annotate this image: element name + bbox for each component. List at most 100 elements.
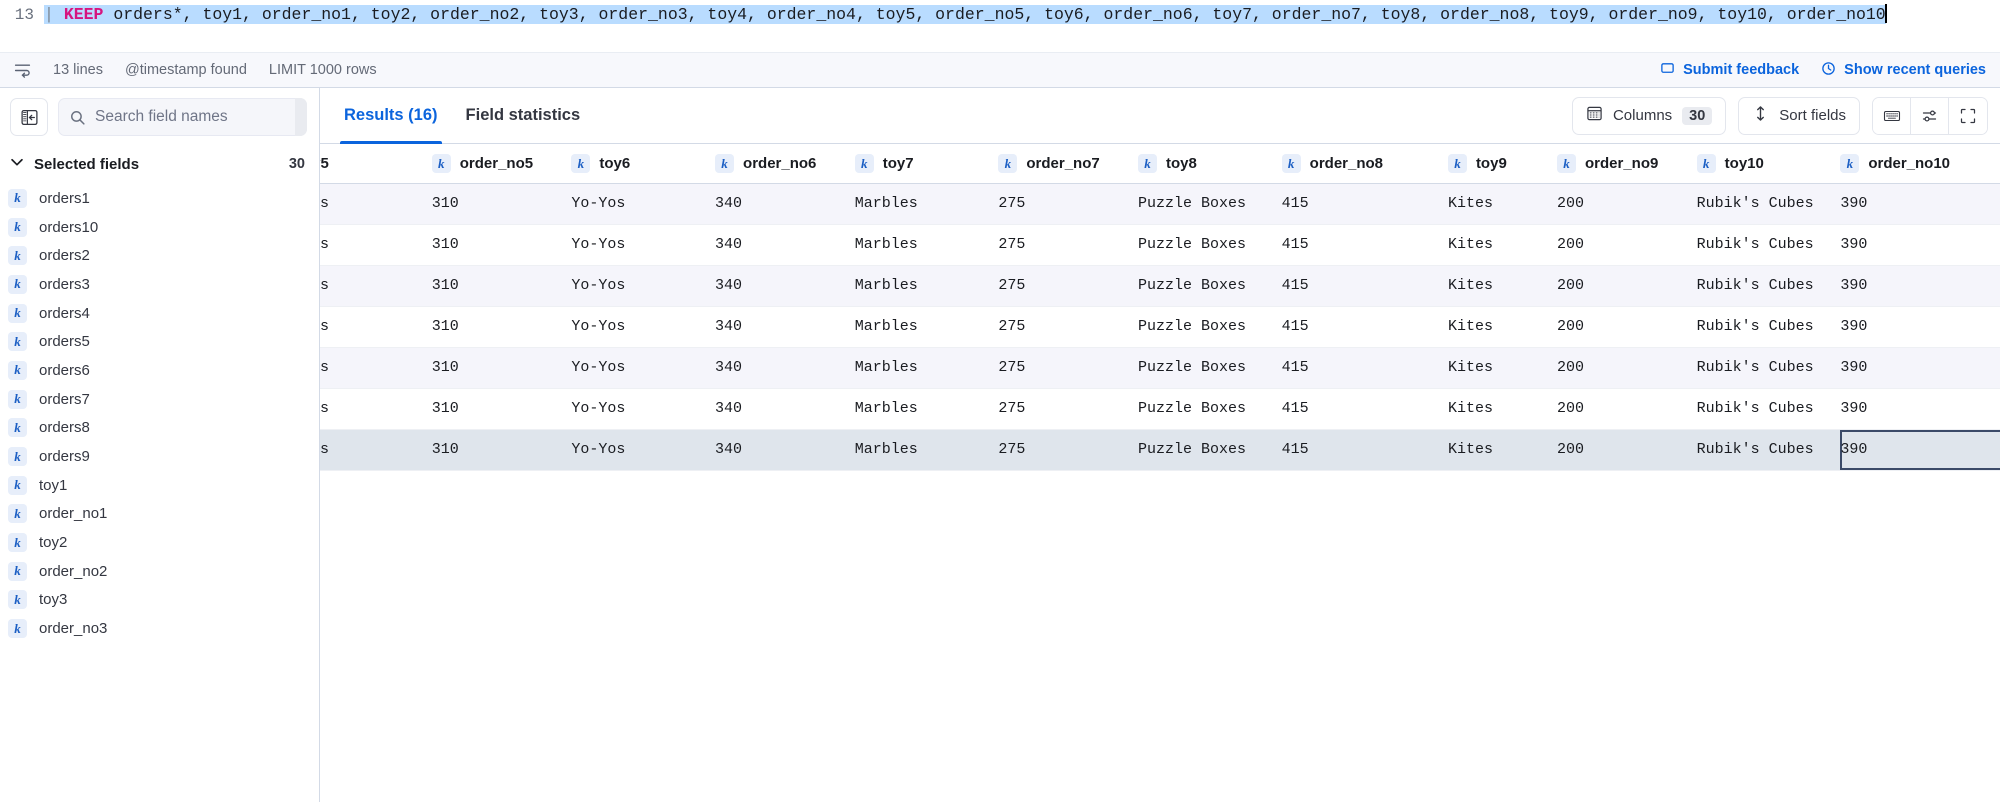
table-cell[interactable]: 390 <box>1840 347 2000 389</box>
table-cell[interactable]: Puzzle Boxes <box>1138 388 1282 430</box>
field-list-item[interactable]: k toy2 <box>0 528 319 557</box>
field-list-item[interactable]: k orders8 <box>0 414 319 443</box>
table-cell[interactable]: Yo-Yos <box>571 224 716 266</box>
table-cell[interactable]: Puzzle Boxes <box>1138 306 1282 348</box>
column-header[interactable]: k toy6 <box>571 144 716 184</box>
submit-feedback-link[interactable]: Submit feedback <box>1660 61 1799 80</box>
table-cell[interactable]: Yo-Yos <box>571 429 716 471</box>
collapse-sidebar-button[interactable] <box>10 98 48 136</box>
table-cell[interactable]: 310 <box>431 388 572 430</box>
table-row[interactable]: s 310 Yo-Yos 340 Marbles 275 Puzzle Boxes 415 Ki… <box>320 429 2000 471</box>
table-cell[interactable]: Marbles <box>854 224 999 266</box>
table-cell[interactable]: s <box>320 429 432 471</box>
table-cell[interactable]: 200 <box>1557 429 1697 471</box>
table-cell[interactable]: 415 <box>1281 183 1448 225</box>
table-cell[interactable]: Kites <box>1447 265 1557 307</box>
table-cell[interactable]: 340 <box>715 265 855 307</box>
field-list-item[interactable]: k orders10 <box>0 213 319 242</box>
table-cell[interactable]: 275 <box>998 306 1139 348</box>
table-cell[interactable]: Puzzle Boxes <box>1138 224 1282 266</box>
field-list-item[interactable]: k order_no2 <box>0 557 319 586</box>
table-cell[interactable]: 275 <box>998 429 1139 471</box>
table-cell[interactable]: Kites <box>1447 224 1557 266</box>
table-cell[interactable]: 340 <box>715 429 855 471</box>
table-cell[interactable]: Kites <box>1447 429 1557 471</box>
table-cell[interactable]: Rubik's Cubes <box>1696 224 1841 266</box>
field-filter-button[interactable]: 0 <box>295 98 307 136</box>
table-row[interactable]: s 310 Yo-Yos 340 Marbles 275 Puzzle Boxes 415 Ki… <box>320 265 2000 307</box>
field-list-item[interactable]: k order_no3 <box>0 614 319 643</box>
table-cell[interactable]: Kites <box>1447 347 1557 389</box>
table-cell[interactable]: 200 <box>1557 388 1697 430</box>
table-cell[interactable]: Rubik's Cubes <box>1696 429 1841 471</box>
results-table-container[interactable]: toy5korder_no5ktoy6korder_no6ktoy7korder… <box>320 144 2000 802</box>
table-cell[interactable]: 415 <box>1281 306 1448 348</box>
field-list-item[interactable]: k orders6 <box>0 356 319 385</box>
column-header[interactable]: toy5 <box>320 144 432 184</box>
table-cell[interactable]: 340 <box>715 388 855 430</box>
table-cell[interactable]: 390 <box>1840 183 2000 225</box>
table-cell[interactable]: 415 <box>1281 388 1448 430</box>
table-cell[interactable]: Marbles <box>854 183 999 225</box>
table-cell[interactable]: Yo-Yos <box>571 347 716 389</box>
wrap-lines-icon[interactable] <box>14 62 31 79</box>
table-cell[interactable]: 340 <box>715 306 855 348</box>
table-cell[interactable]: Puzzle Boxes <box>1138 429 1282 471</box>
query-editor[interactable]: 13 | KEEP orders*, toy1, order_no1, toy2… <box>0 0 2000 52</box>
table-cell[interactable]: 390 <box>1840 224 2000 266</box>
table-cell[interactable]: 200 <box>1557 224 1697 266</box>
search-input[interactable] <box>95 98 295 136</box>
field-list-item[interactable]: k orders4 <box>0 299 319 328</box>
table-cell[interactable]: Marbles <box>854 265 999 307</box>
table-cell[interactable]: Marbles <box>854 306 999 348</box>
table-cell[interactable]: Kites <box>1447 306 1557 348</box>
field-search-container[interactable]: 0 <box>58 98 307 136</box>
column-header[interactable]: k toy9 <box>1447 144 1557 184</box>
table-row[interactable]: s 310 Yo-Yos 340 Marbles 275 Puzzle Boxes 415 Ki… <box>320 224 2000 266</box>
column-header[interactable]: k order_no9 <box>1557 144 1697 184</box>
column-header[interactable]: k toy8 <box>1138 144 1282 184</box>
table-cell[interactable]: 415 <box>1281 347 1448 389</box>
table-cell[interactable]: 340 <box>715 183 855 225</box>
table-cell[interactable]: 200 <box>1557 347 1697 389</box>
table-cell[interactable]: s <box>320 306 432 348</box>
columns-button[interactable]: Columns 30 <box>1571 96 1727 135</box>
sliders-icon[interactable] <box>1911 97 1949 134</box>
table-cell[interactable]: 275 <box>998 224 1139 266</box>
field-list-item[interactable]: k orders5 <box>0 327 319 356</box>
table-cell[interactable]: 200 <box>1557 183 1697 225</box>
table-cell[interactable]: 340 <box>715 224 855 266</box>
table-cell[interactable]: s <box>320 347 432 389</box>
table-cell[interactable]: 310 <box>431 429 572 471</box>
table-cell[interactable]: 275 <box>998 388 1139 430</box>
table-cell[interactable]: 310 <box>431 224 572 266</box>
editor-code-line[interactable]: | KEEP orders*, toy1, order_no1, toy2, o… <box>44 2 2000 52</box>
table-row[interactable]: s 310 Yo-Yos 340 Marbles 275 Puzzle Boxes 415 Ki… <box>320 306 2000 348</box>
table-cell[interactable]: 340 <box>715 347 855 389</box>
table-cell[interactable]: 415 <box>1281 265 1448 307</box>
table-cell[interactable]: 390 <box>1840 306 2000 348</box>
table-cell[interactable]: Yo-Yos <box>571 388 716 430</box>
column-header[interactable]: k toy7 <box>854 144 999 184</box>
column-header[interactable]: k order_no5 <box>431 144 572 184</box>
table-cell[interactable]: Puzzle Boxes <box>1138 347 1282 389</box>
table-cell[interactable]: Kites <box>1447 388 1557 430</box>
table-cell[interactable]: 200 <box>1557 306 1697 348</box>
table-cell[interactable]: Rubik's Cubes <box>1696 306 1841 348</box>
field-list-item[interactable]: k orders7 <box>0 385 319 414</box>
table-cell[interactable]: Kites <box>1447 183 1557 225</box>
field-list-item[interactable]: k orders1 <box>0 184 319 213</box>
table-cell-focused[interactable]: 390 <box>1840 429 2000 471</box>
table-cell[interactable]: Yo-Yos <box>571 183 716 225</box>
table-cell[interactable]: 310 <box>431 306 572 348</box>
table-cell[interactable]: 275 <box>998 265 1139 307</box>
field-list-item[interactable]: k orders9 <box>0 442 319 471</box>
table-cell[interactable]: 390 <box>1840 388 2000 430</box>
column-header[interactable]: k toy10 <box>1696 144 1841 184</box>
show-recent-queries-link[interactable]: Show recent queries <box>1821 61 1986 80</box>
table-cell[interactable]: 390 <box>1840 265 2000 307</box>
table-cell[interactable]: 415 <box>1281 429 1448 471</box>
table-cell[interactable]: Marbles <box>854 347 999 389</box>
field-list-item[interactable]: k toy3 <box>0 586 319 615</box>
table-cell[interactable]: s <box>320 265 432 307</box>
